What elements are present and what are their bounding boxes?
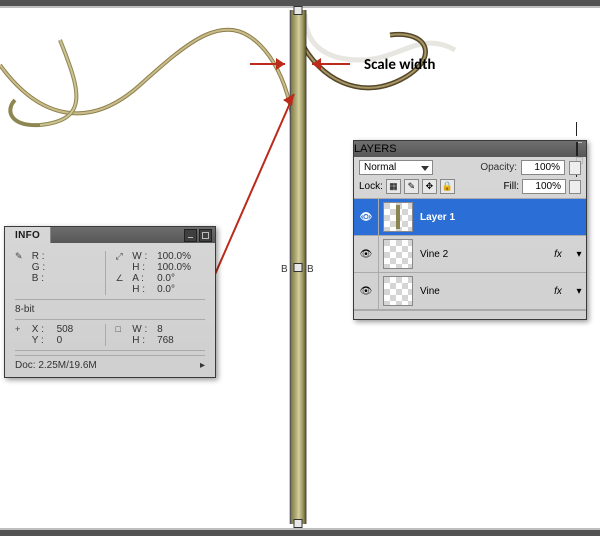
lock-all-icon[interactable]: 🔒: [440, 179, 455, 194]
info-bit-depth: 8-bit: [15, 304, 205, 315]
info-panel-titlebar[interactable]: INFO: [5, 227, 215, 243]
layers-panel-titlebar[interactable]: LAYERS: [354, 141, 586, 157]
info-skew-label: H :: [132, 284, 154, 295]
layer-name[interactable]: Layer 1: [417, 212, 544, 223]
info-y-label: Y :: [32, 335, 54, 346]
crosshair-icon: +: [15, 324, 29, 334]
fill-input[interactable]: 100%: [522, 179, 566, 194]
lock-transparency-icon[interactable]: ▦: [386, 179, 401, 194]
info-r-label: R :: [32, 251, 54, 262]
fill-flyout-icon[interactable]: [569, 180, 581, 194]
info-panel-tab[interactable]: INFO: [5, 227, 51, 243]
chrome-bottom: [0, 530, 600, 536]
angle-icon: ∠: [116, 273, 130, 284]
transform-handle-mid[interactable]: [294, 263, 303, 272]
info-x-label: X :: [32, 324, 54, 335]
layer-row[interactable]: 👁 Vine 2fx▾: [354, 236, 586, 273]
info-w-value: 8: [157, 324, 163, 335]
info-panel[interactable]: INFO ✎ R : G : B : ⤢ W : 100.0: [4, 226, 216, 378]
info-w-label: W :: [132, 324, 154, 335]
opacity-flyout-icon[interactable]: [569, 161, 581, 175]
info-x-value: 508: [57, 324, 74, 335]
layers-panel-footer: [354, 310, 586, 319]
info-skew-value: 0.0°: [157, 284, 175, 295]
layer-fx-badge[interactable]: fx: [544, 286, 572, 297]
blend-mode-value: Normal: [364, 162, 396, 173]
info-doc-value: 2.25M/19.6M: [38, 360, 96, 371]
artboard: B B Scale width INFO ✎ R : G :: [0, 0, 600, 536]
lock-label: Lock:: [359, 181, 383, 192]
visibility-toggle-icon[interactable]: 👁: [354, 199, 379, 235]
panel-minimize-icon[interactable]: [184, 229, 197, 242]
side-mark-right: B: [307, 264, 314, 275]
transform-selection[interactable]: [290, 10, 306, 524]
layer-expand-icon[interactable]: ▾: [572, 249, 586, 260]
opacity-label: Opacity:: [480, 162, 517, 173]
layer-list: 👁Layer 1👁Vine 2fx▾👁Vinefx▾: [354, 199, 586, 310]
info-hpct-value: 100.0%: [157, 262, 191, 273]
visibility-toggle-icon[interactable]: 👁: [354, 236, 379, 272]
info-doc-label: Doc:: [15, 360, 36, 371]
layer-row[interactable]: 👁 Layer 1: [354, 199, 586, 236]
info-wpct-label: W :: [132, 251, 154, 262]
layer-name[interactable]: Vine 2: [417, 249, 544, 260]
transform-handle-top[interactable]: [294, 6, 303, 15]
info-panel-body: ✎ R : G : B : ⤢ W : 100.0% H : 100.0% ∠ …: [5, 243, 215, 377]
info-wpct-value: 100.0%: [157, 251, 191, 262]
transform-handle-bottom[interactable]: [294, 519, 303, 528]
blend-mode-select[interactable]: Normal: [359, 160, 433, 175]
shadow-bottom: [0, 528, 600, 530]
info-hpct-label: H :: [132, 262, 154, 273]
layer-row[interactable]: 👁 Vinefx▾: [354, 273, 586, 310]
layer-thumbnail[interactable]: [383, 202, 413, 232]
info-h-value: 768: [157, 335, 174, 346]
eyedropper-icon: ✎: [15, 251, 29, 262]
layer-fx-badge[interactable]: fx: [544, 249, 572, 260]
info-angle-label: A :: [132, 273, 154, 284]
layer-name[interactable]: Vine: [417, 286, 544, 297]
layer-thumbnail[interactable]: [383, 276, 413, 306]
visibility-toggle-icon[interactable]: 👁: [354, 273, 379, 309]
opacity-input[interactable]: 100%: [521, 160, 565, 175]
info-h-label: H :: [132, 335, 154, 346]
fill-label: Fill:: [503, 181, 519, 192]
info-angle-value: 0.0°: [157, 273, 175, 284]
panel-menu-icon[interactable]: [199, 229, 212, 242]
info-doc-arrow-icon[interactable]: ▸: [200, 360, 205, 371]
layer-thumbnail[interactable]: [383, 239, 413, 269]
layers-panel-tab[interactable]: LAYERS: [354, 143, 397, 155]
layers-panel[interactable]: LAYERS Normal Opacity: 100% Lock: ▦ ✎ ✥ …: [353, 140, 587, 320]
info-y-value: 0: [57, 335, 63, 346]
annotation-scale-width: Scale width: [364, 56, 435, 74]
info-g-label: G :: [32, 262, 54, 273]
side-mark-left: B: [281, 264, 288, 275]
layer-expand-icon[interactable]: ▾: [572, 286, 586, 297]
dimensions-icon: □: [116, 324, 130, 334]
lock-paint-icon[interactable]: ✎: [404, 179, 419, 194]
info-b-label: B :: [32, 273, 54, 284]
scale-icon: ⤢: [116, 251, 130, 262]
lock-position-icon[interactable]: ✥: [422, 179, 437, 194]
